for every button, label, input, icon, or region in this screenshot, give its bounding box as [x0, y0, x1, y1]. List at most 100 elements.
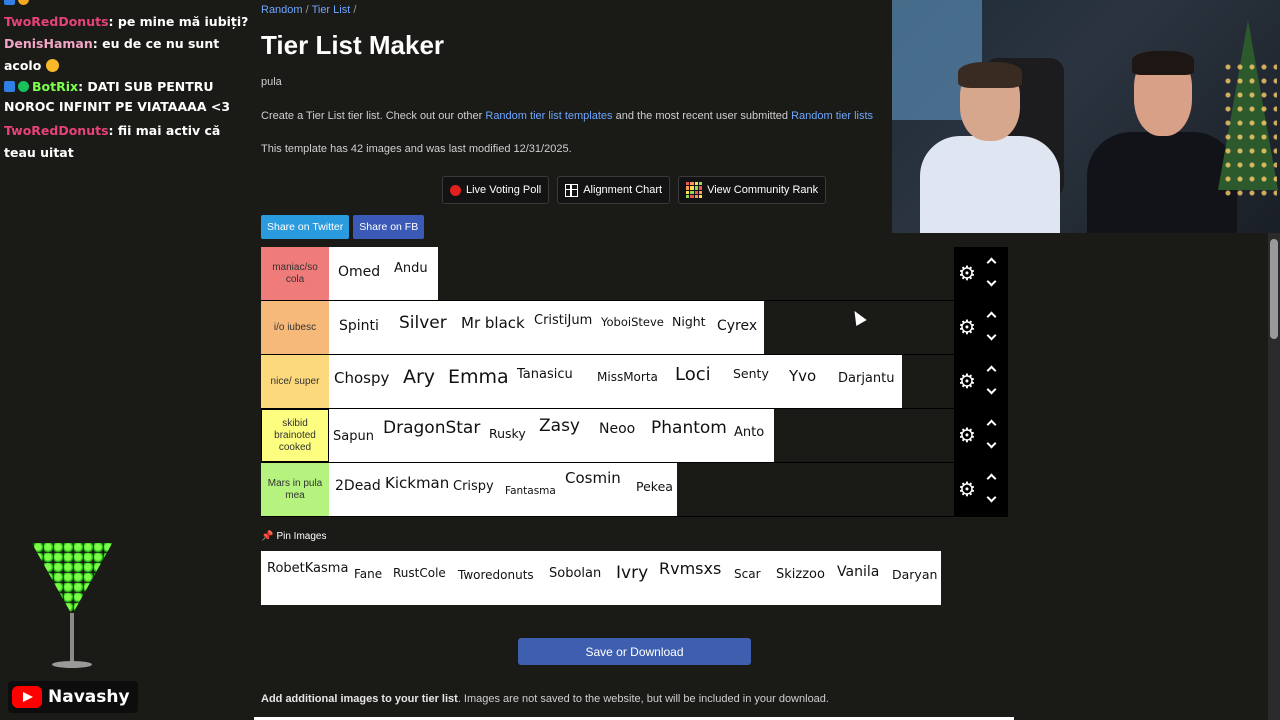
- tier-item[interactable]: 2Dead: [335, 478, 381, 494]
- tier-item[interactable]: Silver: [399, 313, 447, 333]
- pool-item[interactable]: Sobolan: [549, 566, 601, 581]
- tier-item[interactable]: Tanasicu: [517, 367, 573, 382]
- tier-item[interactable]: Anto: [734, 425, 764, 440]
- alignment-chart-button[interactable]: Alignment Chart: [557, 176, 671, 204]
- tier-item[interactable]: Mr black: [461, 314, 525, 332]
- breadcrumb-separator: /: [305, 4, 309, 16]
- tier-item[interactable]: DragonStar: [383, 418, 480, 438]
- tier-item[interactable]: Senty: [733, 366, 769, 381]
- tier-dropzone[interactable]: [677, 463, 954, 516]
- page-title: Tier List Maker: [261, 30, 445, 60]
- alignment-chart-label: Alignment Chart: [583, 184, 663, 196]
- tier-items[interactable]: Chospy Ary Emma Tanasicu MissMorta Loci …: [329, 355, 902, 408]
- tier-item[interactable]: Andu: [394, 261, 428, 276]
- tier-item[interactable]: Phantom: [651, 418, 727, 438]
- gear-icon[interactable]: ⚙: [958, 426, 976, 446]
- share-twitter-button[interactable]: Share on Twitter: [261, 215, 350, 239]
- chat-username: TwoRedDonuts: [4, 123, 109, 138]
- streamer-right-body: [1087, 132, 1237, 233]
- tier-items[interactable]: 2Dead Kickman Crispy Fantasma Cosmin Pek…: [329, 463, 677, 516]
- channel-name: Navashy: [48, 687, 130, 707]
- share-fb-button[interactable]: Share on FB: [353, 215, 425, 239]
- gear-icon[interactable]: ⚙: [958, 480, 976, 500]
- community-rank-label: View Community Rank: [707, 184, 819, 196]
- tier-item[interactable]: Cyrex: [717, 318, 757, 334]
- tier-item[interactable]: YoboiSteve: [601, 315, 664, 329]
- tier-item[interactable]: Emma: [448, 366, 509, 388]
- tier-items[interactable]: Spinti Silver Mr black CristiJum YoboiSt…: [329, 301, 764, 354]
- pool-item[interactable]: RustCole: [393, 566, 446, 580]
- streamer-left-hair: [958, 62, 1022, 88]
- badge-icon: [4, 0, 15, 5]
- random-templates-link[interactable]: Random tier list templates: [485, 110, 612, 122]
- community-rank-button[interactable]: View Community Rank: [678, 176, 827, 204]
- tier-items[interactable]: Sapun DragonStar Rusky Zasy Neoo Phantom…: [329, 409, 774, 462]
- tier-label[interactable]: Mars in pula mea: [261, 463, 329, 516]
- chevron-up-icon[interactable]: [986, 473, 997, 484]
- chevron-up-icon[interactable]: [986, 419, 997, 430]
- chevron-down-icon[interactable]: [986, 438, 997, 449]
- tier-dropzone[interactable]: [902, 355, 954, 408]
- chevron-down-icon[interactable]: [986, 276, 997, 287]
- tier-item[interactable]: Sapun: [333, 429, 374, 444]
- pool-item[interactable]: Skizzoo: [776, 567, 825, 582]
- grid-icon: [565, 183, 579, 197]
- pool-item[interactable]: Ivry: [616, 563, 648, 583]
- gear-icon[interactable]: ⚙: [958, 318, 976, 338]
- tier-label[interactable]: maniac/so cola: [261, 247, 329, 300]
- pin-images-toggle[interactable]: 📌 Pin Images: [261, 531, 326, 542]
- tier-item[interactable]: Darjantu: [838, 371, 894, 386]
- save-download-button[interactable]: Save or Download: [518, 638, 751, 665]
- badge-icon: [18, 0, 29, 5]
- tier-item[interactable]: Zasy: [539, 416, 580, 436]
- tier-item[interactable]: Night: [672, 314, 706, 329]
- pool-item[interactable]: Scar: [734, 567, 761, 581]
- tier-item[interactable]: Cosmin: [565, 469, 621, 487]
- tier-item[interactable]: Rusky: [489, 426, 526, 441]
- tier-item[interactable]: Kickman: [385, 474, 449, 492]
- pool-item[interactable]: Tworedonuts: [458, 568, 534, 582]
- tier-item[interactable]: MissMorta: [597, 370, 658, 384]
- tier-label[interactable]: skibid brainoted cooked: [261, 409, 329, 462]
- tier-item[interactable]: Yvo: [789, 367, 816, 385]
- breadcrumb-random-link[interactable]: Random: [261, 4, 303, 16]
- tier-item[interactable]: Ary: [403, 366, 435, 388]
- tier-item[interactable]: Fantasma: [505, 485, 556, 497]
- scrollbar-thumb[interactable]: [1270, 239, 1278, 339]
- tier-item[interactable]: Spinti: [339, 318, 379, 334]
- breadcrumb-tier-list-link[interactable]: Tier List: [312, 4, 351, 16]
- tier-item[interactable]: Omed: [338, 264, 380, 280]
- pool-item[interactable]: RobetKasma: [267, 561, 348, 576]
- pool-item[interactable]: Rvmsxs: [659, 559, 721, 578]
- tier-item[interactable]: CristiJum: [534, 313, 592, 328]
- live-voting-button[interactable]: Live Voting Poll: [442, 176, 550, 204]
- unranked-items[interactable]: RobetKasma Fane RustCole Tworedonuts Sob…: [261, 551, 941, 605]
- tier-items[interactable]: Omed Andu: [329, 247, 438, 300]
- tree-lights: [1222, 60, 1277, 200]
- tier-item[interactable]: Crispy: [453, 479, 494, 494]
- tier-item[interactable]: Pekea: [636, 479, 673, 494]
- tier-dropzone[interactable]: [438, 247, 954, 300]
- gear-icon[interactable]: ⚙: [958, 264, 976, 284]
- gear-icon[interactable]: ⚙: [958, 372, 976, 392]
- chevron-up-icon[interactable]: [986, 365, 997, 376]
- tier-row: maniac/so cola Omed Andu ⚙: [261, 247, 1008, 301]
- pool-item[interactable]: Vanila: [837, 564, 879, 580]
- chevron-down-icon[interactable]: [986, 330, 997, 341]
- chevron-down-icon[interactable]: [986, 384, 997, 395]
- tier-item[interactable]: Loci: [675, 364, 711, 385]
- tier-dropzone[interactable]: [774, 409, 954, 462]
- pool-item[interactable]: Daryan: [892, 567, 937, 582]
- chevron-up-icon[interactable]: [986, 311, 997, 322]
- tier-label[interactable]: nice/ super: [261, 355, 329, 408]
- chevron-down-icon[interactable]: [986, 492, 997, 503]
- tier-row: Mars in pula mea 2Dead Kickman Crispy Fa…: [261, 463, 1008, 517]
- random-tier-lists-link[interactable]: Random tier lists: [791, 110, 873, 122]
- tier-item[interactable]: Chospy: [334, 369, 389, 387]
- chat-username: TwoRedDonuts: [4, 14, 109, 29]
- tier-item[interactable]: Neoo: [599, 421, 635, 437]
- pool-item[interactable]: Fane: [354, 567, 382, 581]
- chevron-up-icon[interactable]: [986, 257, 997, 268]
- tier-label[interactable]: i/o iubesc: [261, 301, 329, 354]
- page-scrollbar[interactable]: [1268, 233, 1280, 720]
